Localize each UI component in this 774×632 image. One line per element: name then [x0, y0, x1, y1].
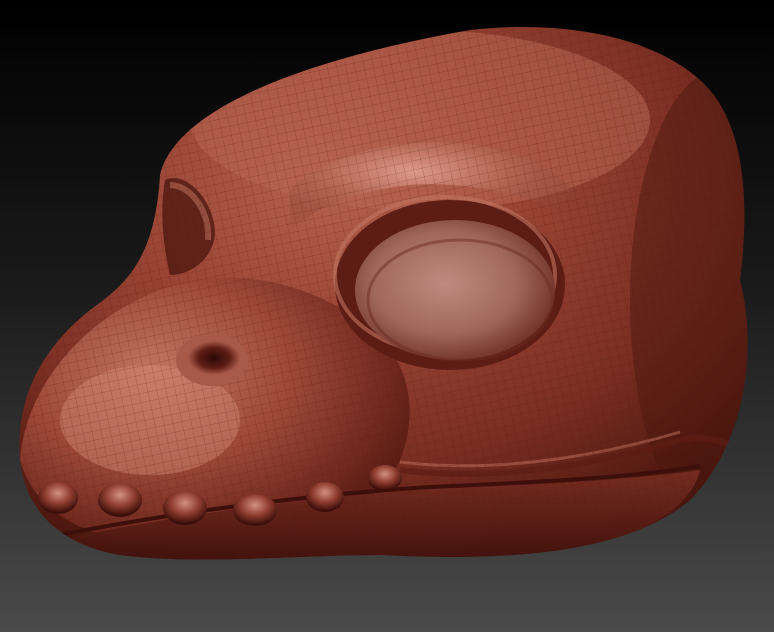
tooth-bump — [368, 465, 402, 491]
tooth-bump — [233, 494, 277, 526]
tooth-bump — [98, 483, 142, 517]
sculpt-viewport[interactable] — [0, 0, 774, 632]
tooth-bump — [38, 482, 78, 514]
nostril — [188, 341, 240, 375]
sculpt-render — [0, 0, 774, 632]
tooth-bump — [163, 491, 207, 525]
tooth-bump — [306, 482, 344, 512]
